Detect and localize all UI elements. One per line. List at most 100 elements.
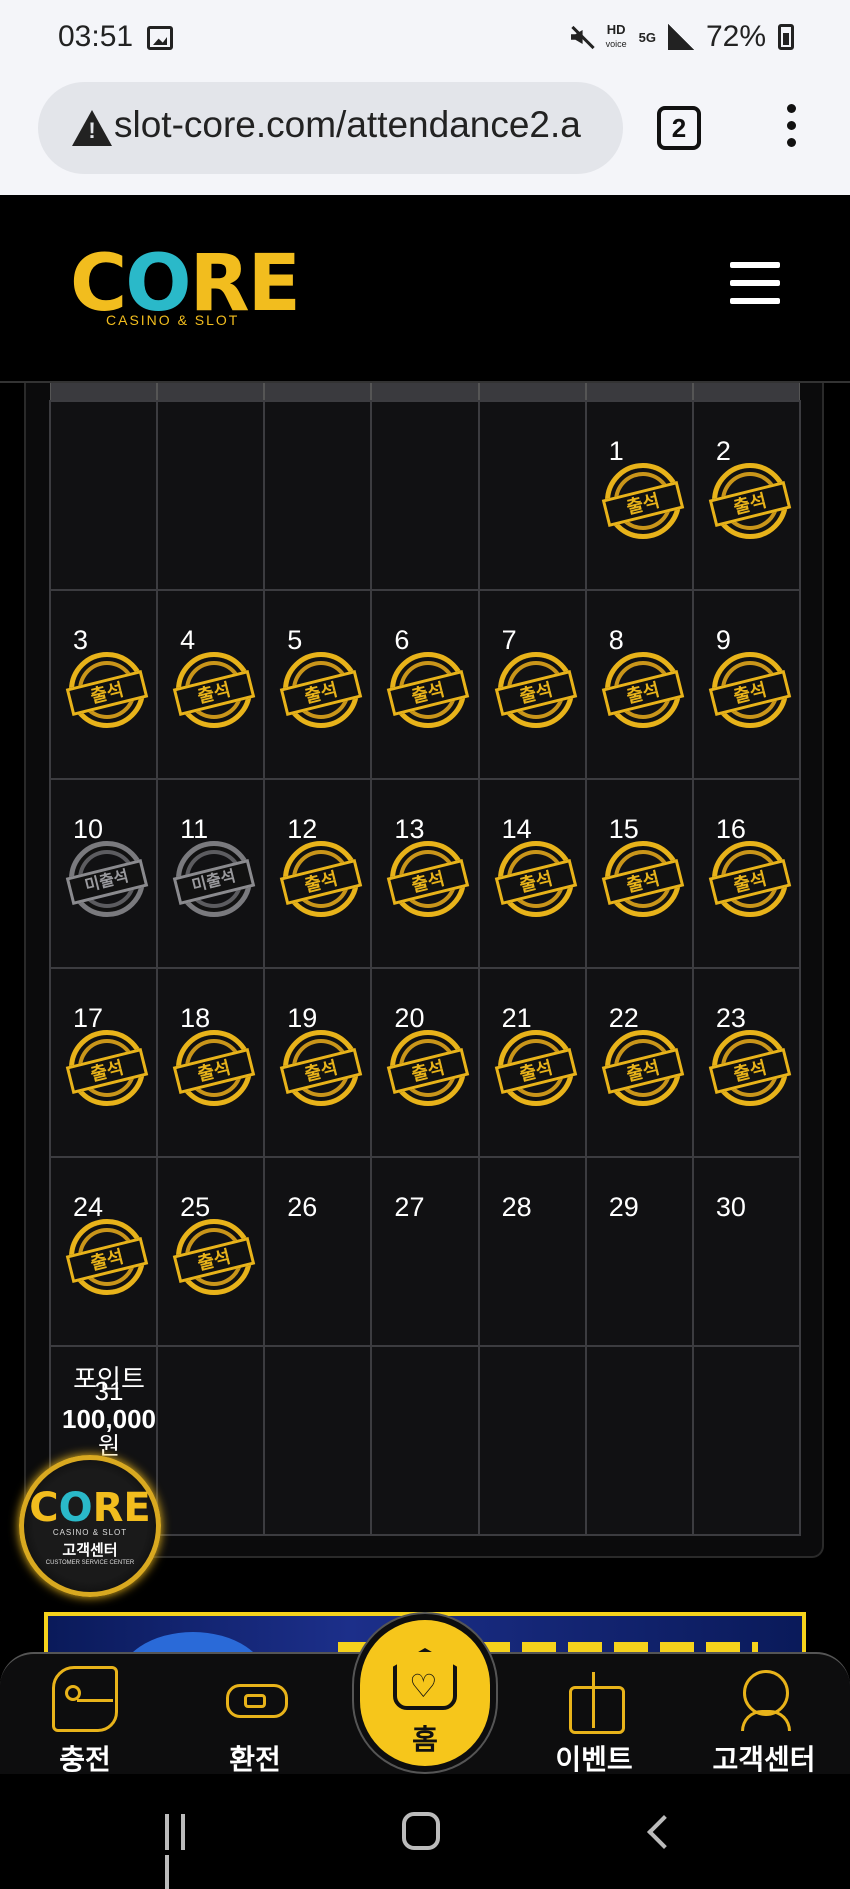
day-number: 10 <box>73 814 104 844</box>
stamp-label: 출석 <box>387 1047 470 1095</box>
stamp-label: 미출석 <box>172 858 256 906</box>
nav-event[interactable]: 이벤트 <box>534 1666 654 1778</box>
calendar-day-cell: 8 출석 <box>584 589 694 780</box>
core-logo[interactable]: CORE CASINO & SLOT <box>70 245 301 329</box>
support-agent-icon <box>731 1666 797 1732</box>
stamp-label: 출석 <box>387 858 470 906</box>
nav-support-label: 고객센터 <box>712 1744 816 1775</box>
calendar-week-row: 1 출석 2 출석 <box>49 400 801 591</box>
day-number: 24 <box>73 1192 104 1222</box>
stamp-label: 출석 <box>601 858 684 906</box>
site-header: CORE CASINO & SLOT <box>0 195 850 383</box>
day-number: 7 <box>501 625 517 655</box>
hd-label: HD <box>606 22 626 37</box>
nav-support[interactable]: 고객센터 <box>704 1666 824 1778</box>
customer-service-badge[interactable]: CORE CASINO & SLOT 고객센터 CUSTOMER SERVICE… <box>19 1455 161 1597</box>
attended-stamp-icon: 출석 <box>280 841 363 917</box>
day-number: 19 <box>287 1003 318 1033</box>
day-number: 12 <box>287 814 318 844</box>
calendar-day-cell: 20 출석 <box>370 967 480 1158</box>
nav-event-label: 이벤트 <box>555 1744 633 1775</box>
calendar-day-cell <box>263 400 373 591</box>
network-indicator: 5G <box>638 29 656 45</box>
day-number: 15 <box>608 814 639 844</box>
day-number: 25 <box>180 1192 211 1222</box>
attended-stamp-icon: 출석 <box>494 652 577 728</box>
attended-stamp-icon: 출석 <box>708 652 792 728</box>
calendar-day-cell: 7 출석 <box>477 589 587 780</box>
stamp-label: 출석 <box>65 1236 149 1284</box>
calendar-week-row: 10 미출석 11 미출석 12 출석 13 출석 14 출석 15 출석 16 출석 <box>49 778 801 969</box>
stamp-label: 출석 <box>172 1236 256 1284</box>
gift-icon <box>561 1666 627 1734</box>
nav-exchange[interactable]: 환전 <box>195 1666 315 1778</box>
stamp-label: 출석 <box>601 480 684 528</box>
day-number: 8 <box>608 625 624 655</box>
mute-icon <box>568 24 594 50</box>
stamp-label: 출석 <box>708 669 792 717</box>
status-time: 03:51 <box>58 20 134 53</box>
photo-icon <box>147 26 173 50</box>
stamp-label: 출석 <box>494 858 577 906</box>
heart-icon: ♡ <box>409 1668 438 1704</box>
calendar-day-cell: 11 미출석 <box>156 778 266 969</box>
calendar-day-cell <box>691 1345 801 1536</box>
day-number: 16 <box>715 814 746 844</box>
calendar-day-cell: 24 출석 <box>49 1156 159 1347</box>
nav-home-label: 홈 <box>412 1724 438 1755</box>
stamp-label: 출석 <box>65 669 149 717</box>
attended-stamp-icon: 출석 <box>494 1030 577 1106</box>
cs-logo: CORE <box>29 1485 151 1531</box>
attended-stamp-icon: 출석 <box>387 652 470 728</box>
calendar-day-cell: 14 출석 <box>477 778 587 969</box>
back-icon[interactable] <box>647 1815 681 1849</box>
hamburger-menu-icon[interactable] <box>730 262 780 304</box>
day-number: 1 <box>608 436 624 466</box>
voice-label: voice <box>605 39 627 49</box>
attended-stamp-icon: 출석 <box>494 841 577 917</box>
calendar-day-cell <box>49 400 159 591</box>
attended-stamp-icon: 출석 <box>601 463 684 539</box>
day-number: 29 <box>608 1192 639 1222</box>
calendar-week-row: 3 출석 4 출석 5 출석 6 출석 7 출석 8 출석 9 출석 <box>49 589 801 780</box>
day-number: 14 <box>501 814 532 844</box>
attended-stamp-icon: 출석 <box>172 652 256 728</box>
point-value: 100,000 <box>62 1404 156 1434</box>
calendar-day-cell <box>156 1345 266 1536</box>
calendar-day-cell: 23 출석 <box>691 967 801 1158</box>
kebab-menu-icon[interactable] <box>785 104 797 152</box>
calendar-header <box>50 383 800 401</box>
attended-stamp-icon: 출석 <box>280 1030 363 1106</box>
android-nav-bar <box>0 1774 850 1889</box>
calendar-day-cell: 6 출석 <box>370 589 480 780</box>
calendar-day-cell: 4 출석 <box>156 589 266 780</box>
nav-exchange-label: 환전 <box>229 1744 281 1775</box>
tab-switcher-button[interactable]: 2 <box>657 106 701 150</box>
day-number: 4 <box>180 625 196 655</box>
calendar-day-cell: 10 미출석 <box>49 778 159 969</box>
calendar-day-cell: 5 출석 <box>263 589 373 780</box>
day-number: 31 <box>94 1376 124 1406</box>
calendar-day-cell: 27 <box>370 1156 480 1347</box>
attended-stamp-icon: 출석 <box>708 463 792 539</box>
bonus-point-cell: 포인트 31 100,000 원 <box>53 1365 165 1461</box>
calendar-day-cell: 22 출석 <box>584 967 694 1158</box>
calendar-day-cell: 12 출석 <box>263 778 373 969</box>
calendar-day-cell: 15 출석 <box>584 778 694 969</box>
missed-stamp-icon: 미출석 <box>172 841 256 917</box>
calendar-day-cell: 9 출석 <box>691 589 801 780</box>
nav-home-button[interactable]: ♡ 홈 <box>360 1620 490 1766</box>
stamp-label: 출석 <box>280 858 363 906</box>
attended-stamp-icon: 출석 <box>387 841 470 917</box>
warning-icon[interactable] <box>72 110 112 146</box>
url-text[interactable]: slot-core.com/attendance2.a <box>114 104 581 146</box>
calendar-day-cell: 18 출석 <box>156 967 266 1158</box>
nav-charge[interactable]: 충전 <box>25 1666 145 1778</box>
day-number: 18 <box>180 1003 211 1033</box>
attended-stamp-icon: 출석 <box>65 1219 149 1295</box>
address-bar[interactable]: slot-core.com/attendance2.a <box>38 82 623 174</box>
calendar-day-cell <box>263 1345 373 1536</box>
home-icon[interactable] <box>402 1812 440 1850</box>
recent-apps-icon[interactable] <box>165 1814 205 1889</box>
cs-label: 고객센터 <box>62 1542 118 1559</box>
